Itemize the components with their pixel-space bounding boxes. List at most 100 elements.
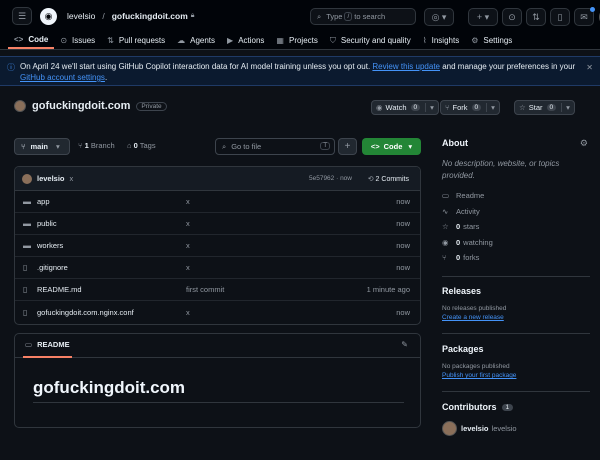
tab-insights[interactable]: ⌇ Insights [417, 32, 465, 49]
table-row[interactable]: ▯ README.md first commit 1 minute ago [15, 279, 420, 301]
tab-issues[interactable]: ⊙ Issues [54, 32, 101, 49]
commit-author[interactable]: levelsio [37, 174, 65, 183]
commits-link[interactable]: ⟲ 2 Commits [368, 175, 409, 183]
contributors-title[interactable]: Contributors [442, 402, 497, 412]
file-name[interactable]: app [37, 197, 50, 206]
tab-agents[interactable]: ☁ Agents [171, 32, 221, 49]
publish-package-link[interactable]: Publish your first package [442, 372, 516, 379]
file-commit-message[interactable]: x [186, 219, 190, 228]
chevron-down-icon[interactable]: ▾ [486, 103, 495, 112]
account-settings-link[interactable]: GitHub account settings [20, 73, 105, 82]
watching-link[interactable]: ◉ 0 watching [442, 235, 590, 251]
tags-link[interactable]: ⌂ 0 Tags [127, 141, 156, 150]
watching-count: 0 [456, 237, 461, 247]
tab-label: Security and quality [340, 36, 411, 45]
table-row[interactable]: ▯ gofuckingdoit.com.nginx.conf x now [15, 301, 420, 323]
tab-pull-requests[interactable]: ⇅ Pull requests [101, 32, 171, 49]
copilot-icon[interactable]: ◎ ▾ [424, 8, 454, 26]
code-button[interactable]: <> Code ▾ [362, 138, 421, 155]
table-row[interactable]: ▯ .gitignore x now [15, 257, 420, 279]
issues-icon[interactable]: ⊙ [502, 8, 522, 26]
contributor-avatar[interactable] [442, 421, 457, 436]
gear-icon: ⚙ [471, 36, 479, 45]
file-name[interactable]: .gitignore [37, 263, 68, 272]
go-to-file-input[interactable]: ⌕ Go to file T [215, 138, 335, 155]
chevron-down-icon[interactable]: ▾ [425, 103, 434, 112]
top-right-controls: ◎ ▾ + ▾ ⊙ ⇅ ▯ ✉ [420, 7, 600, 26]
file-name[interactable]: public [37, 219, 57, 228]
file-commit-message[interactable]: x [186, 241, 190, 250]
search-input[interactable]: ⌕ Type / to search [310, 8, 416, 25]
file-icon: ▯ [23, 285, 28, 294]
readme-label: Readme [456, 191, 485, 201]
github-logo-icon[interactable]: ◉ [40, 7, 57, 25]
table-row[interactable]: ▬ workers x now [15, 235, 420, 257]
file-name[interactable]: gofuckingdoit.com.nginx.conf [37, 308, 134, 317]
readme-tab[interactable]: ▭ README [23, 334, 72, 358]
forks-label: forks [463, 253, 480, 263]
contributor-login[interactable]: levelsio [461, 424, 489, 433]
pulse-icon: ∿ [442, 206, 449, 216]
branches-label: Branch [90, 141, 115, 150]
add-file-button[interactable]: + [338, 138, 357, 155]
watch-button[interactable]: ◉ Watch 0 ▾ [371, 100, 439, 115]
packages-title[interactable]: Packages [442, 344, 516, 354]
branches-count: 1 [84, 141, 89, 150]
star-icon: ☆ [519, 103, 526, 112]
file-commit-message[interactable]: x [186, 197, 190, 206]
create-new-icon[interactable]: + ▾ [468, 8, 498, 26]
tab-code[interactable]: <> Code [8, 32, 55, 49]
gear-icon[interactable]: ⚙ [580, 138, 588, 149]
releases-title[interactable]: Releases [442, 286, 506, 296]
create-release-link[interactable]: Create a new release [442, 314, 506, 321]
search-suffix: to search [354, 12, 386, 21]
owner-avatar[interactable] [14, 100, 26, 112]
tab-label: Agents [190, 36, 216, 45]
stars-link[interactable]: ☆ 0 stars [442, 219, 590, 235]
activity-link[interactable]: ∿ Activity [442, 204, 590, 220]
file-commit-message[interactable]: x [186, 263, 190, 272]
inbox-icon[interactable]: ✉ [574, 7, 595, 26]
file-commit-message[interactable]: first commit [186, 285, 224, 294]
breadcrumb: levelsio / gofuckingdoit.com 🔒︎ [67, 11, 195, 21]
breadcrumb-owner[interactable]: levelsio [67, 11, 95, 21]
file-name[interactable]: workers [37, 241, 63, 250]
branches-link[interactable]: ⑂ 1 Branch [78, 141, 115, 150]
tab-actions[interactable]: ▶ Actions [221, 32, 270, 49]
breadcrumb-repo[interactable]: gofuckingdoit.com [112, 11, 188, 21]
commit-message[interactable]: x [70, 174, 74, 183]
commit-hash[interactable]: 5e57962 · now [309, 175, 352, 182]
menu-icon[interactable]: ☰ [12, 7, 32, 25]
tab-label: Pull requests [118, 36, 166, 45]
commit-author-avatar[interactable] [22, 173, 32, 184]
pull-request-icon: ⇅ [107, 36, 114, 45]
forks-link[interactable]: ⑂ 0 forks [442, 250, 590, 266]
review-update-link[interactable]: Review this update [372, 62, 440, 71]
file-commit-message[interactable]: x [186, 308, 190, 317]
watch-count: 0 [410, 104, 421, 111]
latest-commit-row: levelsio x 5e57962 · now ⟲ 2 Commits [15, 167, 420, 191]
close-icon[interactable]: ✕ [586, 62, 593, 73]
contributors-section: Contributors 1 levelsio levelsio [442, 402, 590, 436]
star-button[interactable]: ☆ Star 0 ▾ [514, 100, 575, 115]
table-row[interactable]: ▬ app x now [15, 191, 420, 213]
graph-icon: ⌇ [422, 36, 427, 45]
pull-requests-icon[interactable]: ⇅ [526, 8, 546, 26]
pencil-icon[interactable]: ✎ [401, 340, 408, 349]
fork-button[interactable]: ⑂ Fork 0 ▾ [440, 100, 500, 115]
tab-settings[interactable]: ⚙ Settings [465, 32, 518, 49]
fork-label: Fork [452, 103, 468, 112]
readme-link[interactable]: ▭ Readme [442, 188, 590, 204]
device-icon[interactable]: ▯ [550, 8, 570, 26]
file-time: now [396, 197, 410, 206]
search-shortcut-key: / [344, 12, 353, 21]
repo-name[interactable]: gofuckingdoit.com [32, 100, 130, 112]
tab-projects[interactable]: ▦ Projects [270, 32, 323, 49]
tab-security[interactable]: ⛉ Security and quality [324, 32, 417, 49]
contributors-count: 1 [501, 403, 514, 411]
chevron-down-icon[interactable]: ▾ [561, 103, 570, 112]
activity-label: Activity [456, 206, 480, 216]
table-row[interactable]: ▬ public x now [15, 213, 420, 235]
file-name[interactable]: README.md [37, 285, 82, 294]
branch-selector[interactable]: ⑂ main ▾ [14, 138, 70, 155]
